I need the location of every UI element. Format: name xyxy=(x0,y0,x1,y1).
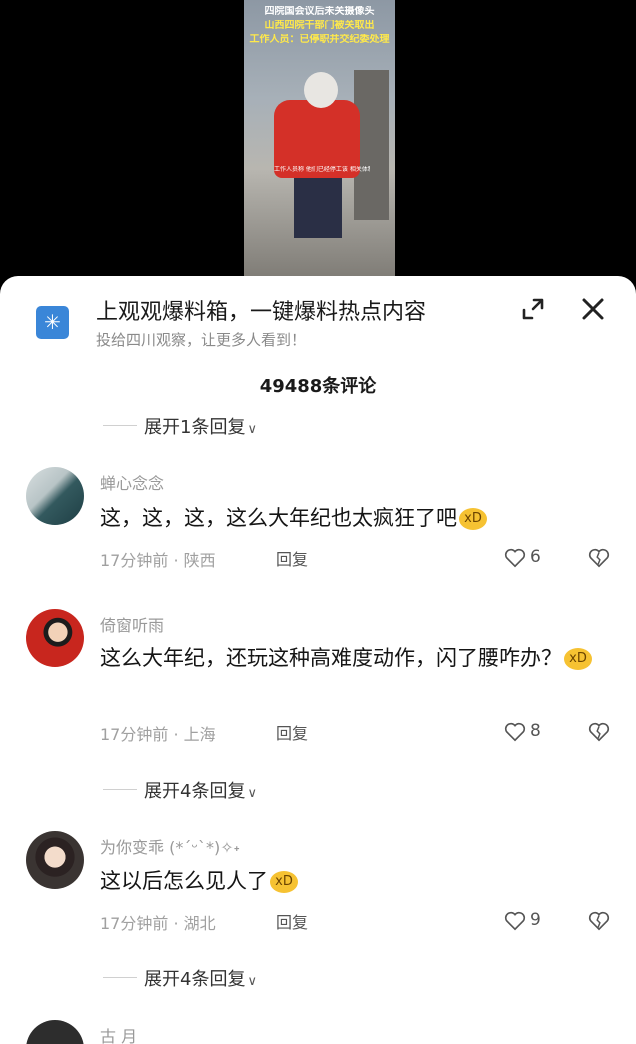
comment-time-location: 17分钟前 · 上海 xyxy=(100,725,216,744)
promo-title[interactable]: 上观观爆料箱，一键爆料热点内容 xyxy=(96,294,426,326)
video-caption-line2: 山西四院干部门被关取出 xyxy=(264,20,375,31)
expand-replies-label: 展开4条回复 xyxy=(144,969,246,990)
like-count: 6 xyxy=(530,547,541,567)
laughing-emoji-icon: xD xyxy=(459,508,487,530)
broken-heart-icon[interactable] xyxy=(588,722,610,742)
close-icon[interactable] xyxy=(578,294,608,324)
comment-text-content: 这么大年纪，还玩这种高难度动作，闪了腰咋办？ xyxy=(100,646,562,670)
video-caption-line1: 四院国会议后未关摄像头 xyxy=(264,6,375,17)
expand-replies-button[interactable]: 展开4条回复 ∨ xyxy=(144,777,257,803)
comment-text-content: 这，这，这，这么大年纪也太疯狂了吧 xyxy=(100,506,457,530)
comment-username[interactable]: 倚窗听雨 xyxy=(100,612,164,636)
video-person-head xyxy=(304,72,338,108)
promo-subtitle: 投给四川观察，让更多人看到！ xyxy=(96,331,307,349)
expand-icon[interactable] xyxy=(520,296,546,322)
video-caption-line3: 工作人员：已停职并交纪委处理 xyxy=(249,34,390,45)
heart-icon[interactable] xyxy=(504,911,526,931)
chevron-down-icon: ∨ xyxy=(247,974,257,989)
expand-replies-button[interactable]: 展开4条回复 ∨ xyxy=(144,965,257,991)
broken-heart-icon[interactable] xyxy=(588,911,610,931)
comment-time-location: 17分钟前 · 湖北 xyxy=(100,914,216,933)
heart-icon[interactable] xyxy=(504,722,526,742)
chevron-down-icon: ∨ xyxy=(247,786,257,801)
comment-text-content: 这以后怎么见人了 xyxy=(100,869,268,893)
snowflake-icon: ✳ xyxy=(36,306,69,339)
expand-replies-label: 展开1条回复 xyxy=(144,417,246,438)
reply-button[interactable]: 回复 xyxy=(276,546,308,570)
like-count: 9 xyxy=(530,910,541,930)
heart-icon[interactable] xyxy=(504,548,526,568)
laughing-emoji-icon: xD xyxy=(270,871,298,893)
laughing-emoji-icon: xD xyxy=(564,648,592,670)
comment-text: 这么大年纪，还玩这种高难度动作，闪了腰咋办？ xD xyxy=(100,641,600,675)
comment-text: 这以后怎么见人了 xD xyxy=(100,864,600,898)
avatar[interactable] xyxy=(26,831,84,889)
comment-username[interactable]: 为你变乖 (*ˊᵕˋ*)✧˖ xyxy=(100,834,240,858)
avatar[interactable] xyxy=(26,467,84,525)
divider xyxy=(103,425,137,426)
video-subtitle: 工作人员称 他们已经停工该 相关体制处理 未知流 xyxy=(274,166,370,173)
video-person-legs xyxy=(294,178,342,238)
divider xyxy=(103,789,137,790)
divider xyxy=(103,977,137,978)
reply-button[interactable]: 回复 xyxy=(276,720,308,744)
comments-count: 49488条评论 xyxy=(259,376,377,397)
avatar[interactable] xyxy=(26,1020,84,1044)
comment-username[interactable]: 蝉心念念 xyxy=(100,470,164,494)
expand-replies-label: 展开4条回复 xyxy=(144,781,246,802)
avatar[interactable] xyxy=(26,609,84,667)
expand-replies-button[interactable]: 展开1条回复 ∨ xyxy=(144,413,257,439)
comments-sheet: ✳ 上观观爆料箱，一键爆料热点内容 投给四川观察，让更多人看到！ 49488条评… xyxy=(0,276,636,1044)
comment-username[interactable]: 古 月 xyxy=(100,1023,137,1044)
comment-time-location: 17分钟前 · 陕西 xyxy=(100,551,216,570)
reply-button[interactable]: 回复 xyxy=(276,909,308,933)
comment-text: 这，这，这，这么大年纪也太疯狂了吧 xD xyxy=(100,501,600,535)
like-count: 8 xyxy=(530,721,541,741)
chevron-down-icon: ∨ xyxy=(247,422,257,437)
broken-heart-icon[interactable] xyxy=(588,548,610,568)
video-frame[interactable]: 四院国会议后未关摄像头 山西四院干部门被关取出 工作人员：已停职并交纪委处理 工… xyxy=(244,0,395,282)
video-player[interactable]: 四院国会议后未关摄像头 山西四院干部门被关取出 工作人员：已停职并交纪委处理 工… xyxy=(0,0,636,290)
